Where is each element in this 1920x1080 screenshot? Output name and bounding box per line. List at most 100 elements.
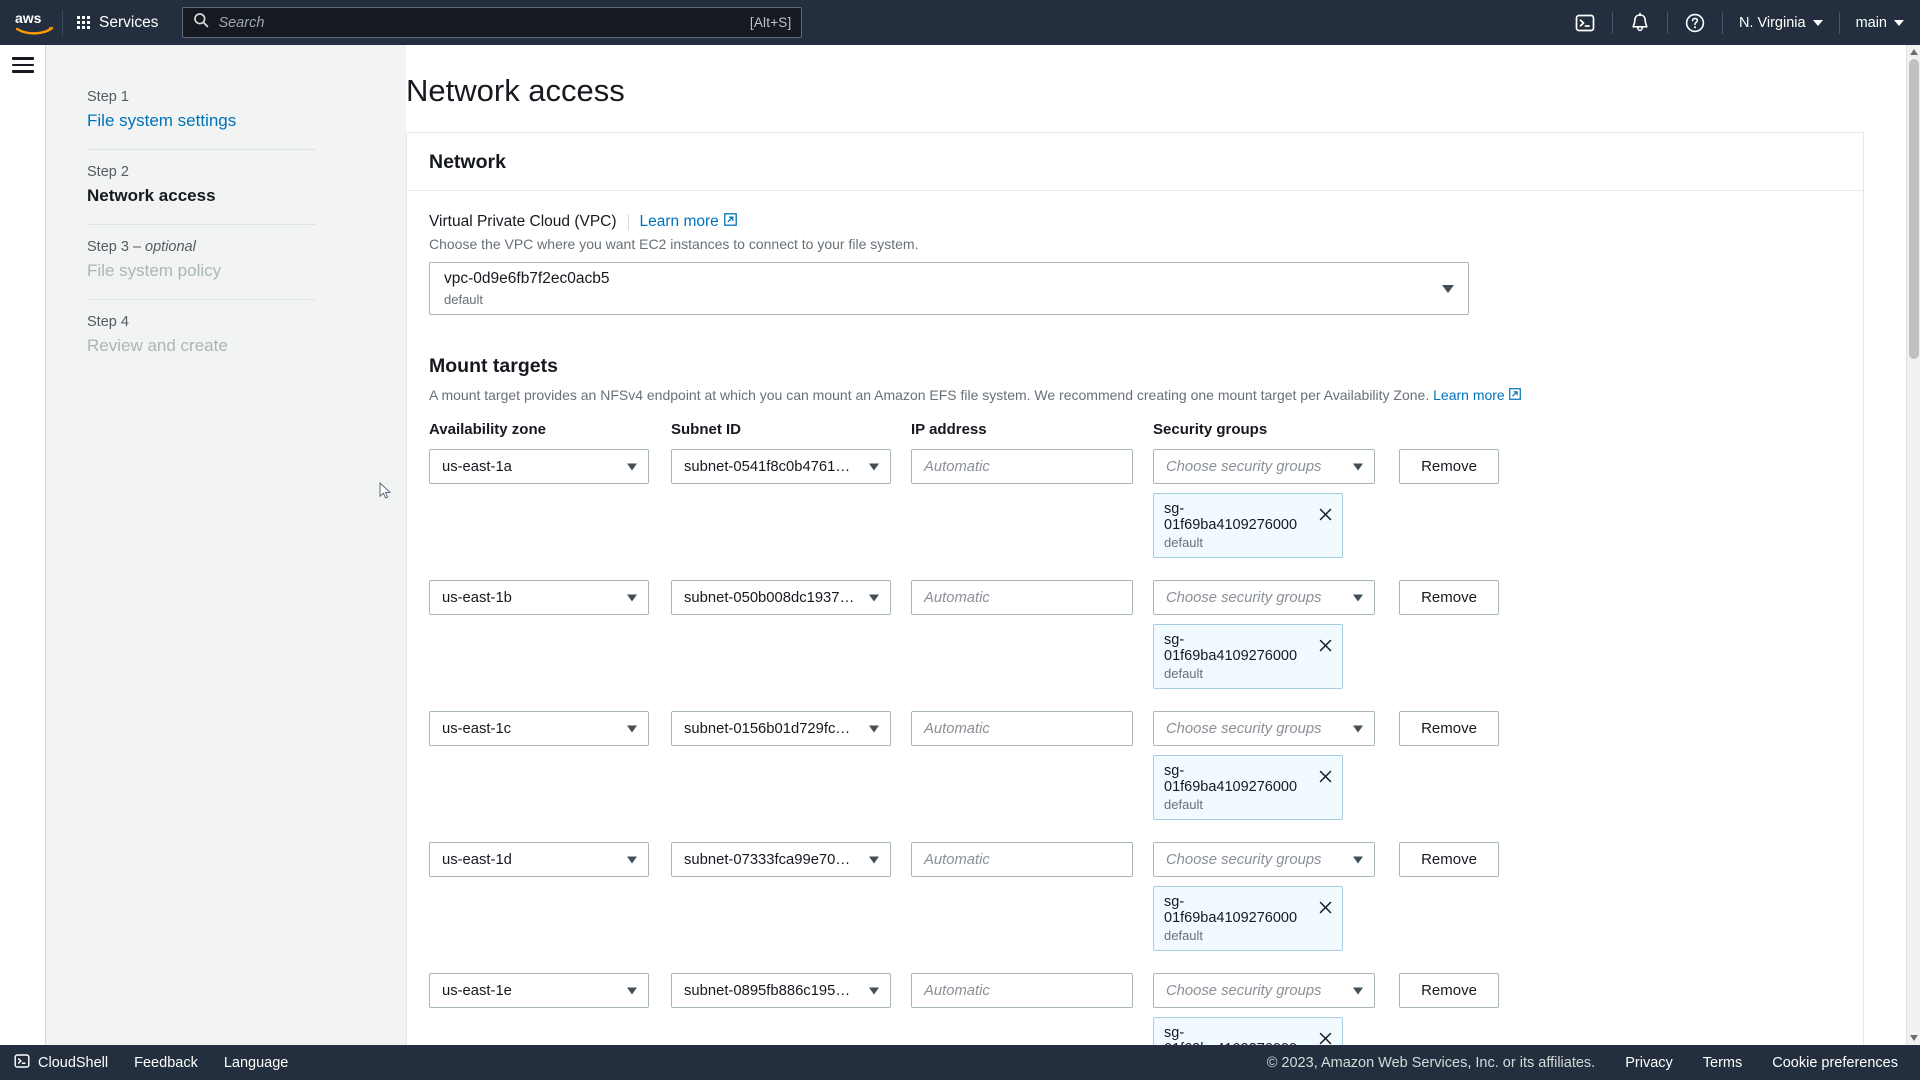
chevron-down-icon [627, 725, 637, 732]
ip-address-placeholder: Automatic [924, 720, 990, 737]
footer-cloudshell-label: CloudShell [38, 1054, 109, 1071]
sidebar-step-3: Step 3 – optional File system policy [87, 224, 316, 299]
remove-button[interactable]: Remove [1399, 580, 1499, 615]
table-row: us-east-1a subnet-0541f8c0b47615… Automa… [429, 449, 1841, 558]
chevron-down-icon [627, 594, 637, 601]
footer-feedback-link[interactable]: Feedback [134, 1055, 198, 1071]
services-menu-button[interactable]: Services [63, 0, 172, 45]
availability-zone-select[interactable]: us-east-1c [429, 711, 649, 746]
sidebar-step-2[interactable]: Step 2 Network access [87, 149, 316, 224]
mouse-cursor-icon [379, 481, 393, 505]
page-scrollbar[interactable] [1906, 45, 1920, 1045]
footer-cookie-preferences-link[interactable]: Cookie preferences [1772, 1055, 1898, 1071]
security-group-token-sub: default [1164, 928, 1204, 943]
security-groups-select[interactable]: Choose security groups [1153, 973, 1375, 1008]
left-rail [0, 45, 46, 1080]
chevron-down-icon [627, 987, 637, 994]
region-selector[interactable]: N. Virginia [1723, 0, 1839, 45]
availability-zone-select[interactable]: us-east-1d [429, 842, 649, 877]
vpc-learn-more-label: Learn more [639, 213, 719, 230]
top-navigation-bar: aws Services [Alt+S] [0, 0, 1920, 45]
security-group-token-sub: default [1164, 666, 1204, 681]
remove-button[interactable]: Remove [1399, 842, 1499, 877]
chevron-down-icon [1353, 594, 1363, 601]
subnet-id-select[interactable]: subnet-050b008dc1937a… [671, 580, 891, 615]
sidebar-step-label-review-and-create: Review and create [87, 336, 228, 355]
services-label: Services [99, 13, 159, 31]
ip-address-input[interactable]: Automatic [911, 973, 1133, 1008]
ip-address-input[interactable]: Automatic [911, 449, 1133, 484]
global-search-box[interactable]: [Alt+S] [182, 7, 803, 38]
vpc-selected-value-sub: default [444, 291, 484, 307]
ip-address-input[interactable]: Automatic [911, 580, 1133, 615]
availability-zone-value: us-east-1e [442, 982, 512, 999]
security-groups-placeholder: Choose security groups [1166, 589, 1322, 606]
vpc-learn-more-link[interactable]: Learn more [640, 213, 737, 231]
ip-address-placeholder: Automatic [924, 458, 990, 475]
help-icon[interactable] [1668, 0, 1722, 45]
close-icon[interactable] [1318, 769, 1333, 789]
search-input[interactable] [218, 14, 741, 31]
network-panel: Network Virtual Private Cloud (VPC) Lear… [406, 132, 1864, 1080]
sidebar-step-label-file-system-settings[interactable]: File system settings [87, 111, 316, 131]
chevron-down-icon [1353, 987, 1363, 994]
subnet-id-value: subnet-07333fca99e70b… [684, 851, 859, 868]
bell-icon[interactable] [1613, 0, 1667, 45]
step-number-text: Step 3 – [87, 239, 146, 255]
availability-zone-value: us-east-1b [442, 589, 512, 606]
security-groups-select[interactable]: Choose security groups [1153, 711, 1375, 746]
security-group-token-name: sg-01f69ba4109276000 [1164, 763, 1298, 795]
availability-zone-select[interactable]: us-east-1b [429, 580, 649, 615]
scrollbar-thumb[interactable] [1909, 59, 1919, 359]
subnet-id-select[interactable]: subnet-0541f8c0b47615… [671, 449, 891, 484]
ip-address-input[interactable]: Automatic [911, 842, 1133, 877]
security-group-token-name: sg-01f69ba4109276000 [1164, 632, 1298, 664]
aws-logo[interactable]: aws [0, 10, 62, 36]
mount-targets-table-header: Availability zone Subnet ID IP address S… [429, 421, 1841, 438]
sidebar-step-1[interactable]: Step 1 File system settings [87, 75, 316, 149]
search-shortcut-hint: [Alt+S] [749, 15, 792, 30]
footer-right-group: © 2023, Amazon Web Services, Inc. or its… [1267, 1055, 1920, 1071]
mount-targets-title: Mount targets [429, 355, 558, 377]
hamburger-menu-icon[interactable] [12, 57, 34, 77]
grid-icon [77, 16, 90, 29]
footer-terms-link[interactable]: Terms [1703, 1055, 1742, 1071]
close-icon[interactable] [1318, 900, 1333, 920]
remove-button[interactable]: Remove [1399, 449, 1499, 484]
scroll-down-icon[interactable] [1910, 1035, 1918, 1041]
security-group-token-name: sg-01f69ba4109276000 [1164, 501, 1298, 533]
ip-address-placeholder: Automatic [924, 851, 990, 868]
availability-zone-select[interactable]: us-east-1e [429, 973, 649, 1008]
chevron-down-icon [1353, 856, 1363, 863]
availability-zone-select[interactable]: us-east-1a [429, 449, 649, 484]
mount-targets-description: A mount target provides an NFSv4 endpoin… [429, 387, 1841, 403]
subnet-id-select[interactable]: subnet-0895fb886c195e… [671, 973, 891, 1008]
footer-cloudshell-button[interactable]: CloudShell [14, 1053, 108, 1073]
vpc-select[interactable]: vpc-0d9e6fb7f2ec0acb5 default [429, 262, 1469, 315]
account-label: main [1855, 14, 1887, 31]
footer-language-link[interactable]: Language [224, 1055, 289, 1071]
remove-button[interactable]: Remove [1399, 973, 1499, 1008]
top-nav-right-group: N. Virginia main [1558, 0, 1920, 45]
step-number: Step 1 [87, 89, 129, 105]
availability-zone-value: us-east-1a [442, 458, 512, 475]
account-menu[interactable]: main [1840, 0, 1920, 45]
security-groups-select[interactable]: Choose security groups [1153, 842, 1375, 877]
cloudshell-icon[interactable] [1558, 0, 1612, 45]
subnet-id-value: subnet-0541f8c0b47615… [684, 458, 859, 475]
security-groups-select[interactable]: Choose security groups [1153, 580, 1375, 615]
security-group-token: sg-01f69ba4109276000 default [1153, 493, 1343, 558]
footer-privacy-link[interactable]: Privacy [1625, 1055, 1673, 1071]
ip-address-input[interactable]: Automatic [911, 711, 1133, 746]
security-groups-select[interactable]: Choose security groups [1153, 449, 1375, 484]
subnet-id-select[interactable]: subnet-07333fca99e70b… [671, 842, 891, 877]
subnet-id-select[interactable]: subnet-0156b01d729fce… [671, 711, 891, 746]
security-group-token: sg-01f69ba4109276000 default [1153, 624, 1343, 689]
mount-targets-learn-more-link[interactable]: Learn more [1433, 387, 1521, 403]
close-icon[interactable] [1318, 638, 1333, 658]
security-groups-placeholder: Choose security groups [1166, 458, 1322, 475]
scroll-up-icon[interactable] [1910, 49, 1918, 55]
close-icon[interactable] [1318, 507, 1333, 527]
remove-button[interactable]: Remove [1399, 711, 1499, 746]
security-group-token-name: sg-01f69ba4109276000 [1164, 894, 1298, 926]
